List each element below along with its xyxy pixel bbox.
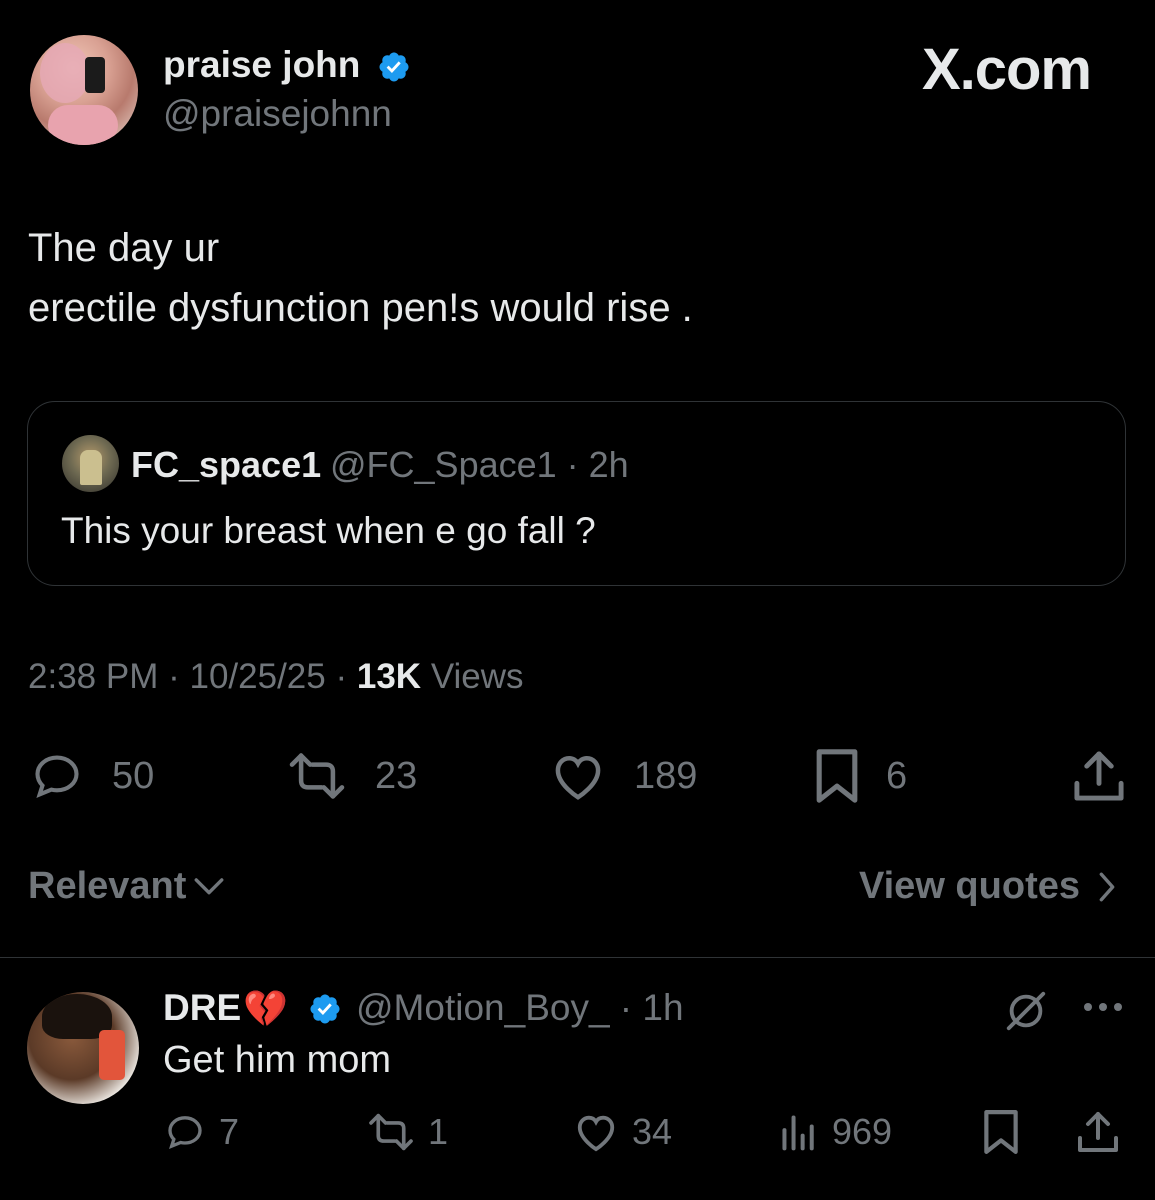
reply-bookmark-button[interactable] bbox=[982, 1108, 1020, 1156]
reply-text: Get him mom bbox=[163, 1039, 392, 1081]
more-icon[interactable] bbox=[1081, 1000, 1125, 1014]
reply-icon bbox=[35, 755, 79, 798]
views-label: Views bbox=[430, 657, 524, 696]
section-divider bbox=[0, 957, 1155, 958]
reply-views-button[interactable]: 969 bbox=[778, 1108, 892, 1156]
like-icon bbox=[555, 756, 601, 800]
reply-views-count: 969 bbox=[832, 1111, 893, 1152]
reply-icon bbox=[168, 1116, 202, 1150]
author-display-name[interactable]: praise john bbox=[163, 44, 360, 86]
meta-separator: · bbox=[168, 657, 190, 696]
views-icon bbox=[782, 1115, 814, 1151]
reply-repost-button[interactable]: 1 bbox=[366, 1108, 448, 1156]
share-button[interactable] bbox=[1072, 748, 1126, 804]
repost-button[interactable]: 23 bbox=[285, 748, 417, 804]
tweet-meta: 2:38 PM · 10/25/25 · 13K Views bbox=[28, 657, 524, 697]
reply-like-count: 34 bbox=[632, 1111, 673, 1152]
broken-heart-emoji: 💔 bbox=[243, 988, 288, 1029]
like-button[interactable]: 189 bbox=[548, 748, 697, 804]
share-icon bbox=[1074, 751, 1124, 801]
bookmark-icon bbox=[816, 749, 858, 803]
bookmark-button[interactable]: 6 bbox=[814, 748, 907, 804]
share-icon bbox=[1078, 1112, 1118, 1152]
reply-handle-time[interactable]: @Motion_Boy_ · 1h bbox=[356, 987, 684, 1029]
like-count: 189 bbox=[634, 754, 698, 797]
views-count[interactable]: 13K bbox=[357, 657, 421, 696]
tweet-text: The day ur erectile dysfunction pen!s wo… bbox=[28, 226, 693, 330]
quoted-tweet-card[interactable] bbox=[27, 401, 1126, 586]
quoted-author-avatar[interactable] bbox=[62, 435, 119, 492]
sort-relevant-dropdown[interactable]: Relevant bbox=[28, 865, 226, 908]
reply-author-avatar[interactable] bbox=[27, 992, 139, 1104]
chevron-right-icon bbox=[1099, 872, 1115, 901]
reply-repost-count: 1 bbox=[428, 1111, 449, 1152]
reply-share-button[interactable] bbox=[1076, 1108, 1120, 1156]
brand-watermark: X.com bbox=[921, 37, 1092, 102]
quoted-author-name: FC_space1 bbox=[131, 444, 322, 485]
tweet-time: 2:38 PM bbox=[28, 657, 159, 696]
reply-like-button[interactable]: 34 bbox=[572, 1108, 672, 1156]
quoted-tweet-text: This your breast when e go fall ? bbox=[61, 510, 596, 551]
reply-reply-count: 7 bbox=[219, 1111, 240, 1152]
sort-relevant-label: Relevant bbox=[28, 865, 187, 907]
reply-count: 50 bbox=[112, 754, 155, 797]
repost-icon bbox=[369, 1113, 413, 1151]
meta-separator: · bbox=[335, 657, 357, 696]
reply-author-name[interactable]: DRE bbox=[163, 987, 241, 1029]
chevron-down-icon bbox=[194, 877, 224, 894]
author-avatar[interactable] bbox=[30, 35, 138, 145]
verified-icon bbox=[379, 52, 409, 82]
bookmark-icon bbox=[984, 1110, 1018, 1154]
tweet-date: 10/25/25 bbox=[189, 657, 326, 696]
view-quotes-link[interactable]: View quotes bbox=[859, 865, 1118, 908]
verified-icon bbox=[310, 994, 340, 1024]
grok-icon[interactable] bbox=[1003, 988, 1049, 1034]
bookmark-count: 6 bbox=[886, 754, 908, 797]
view-quotes-label: View quotes bbox=[858, 865, 1080, 907]
reply-reply-button[interactable]: 7 bbox=[163, 1108, 239, 1156]
author-handle[interactable]: @praisejohnn bbox=[163, 93, 392, 135]
reply-button[interactable]: 50 bbox=[28, 748, 154, 804]
like-icon bbox=[577, 1115, 615, 1152]
quoted-author-handle-time: @FC_Space1 · 2h bbox=[330, 444, 629, 485]
repost-count: 23 bbox=[375, 754, 418, 797]
repost-icon bbox=[289, 753, 345, 799]
